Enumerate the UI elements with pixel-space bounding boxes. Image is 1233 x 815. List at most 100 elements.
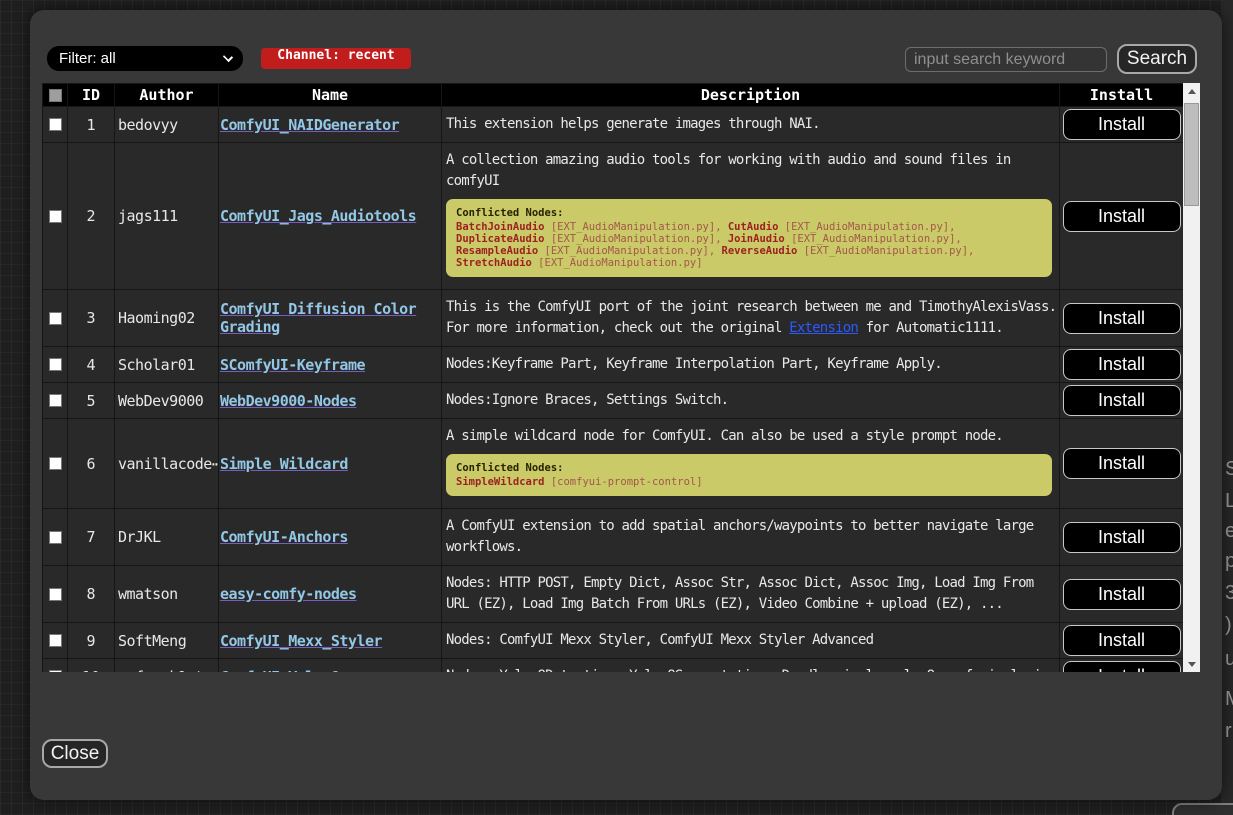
background-menu-fragment: M [1225,688,1233,711]
channel-badge[interactable]: Channel: recent [261,48,411,69]
install-button[interactable]: Install [1063,661,1181,672]
row-checkbox[interactable] [49,118,62,131]
extension-name-link[interactable]: ComfyUI Yolov8 [220,668,339,673]
row-author: Haoming02 [115,290,219,347]
row-checkbox[interactable] [49,457,62,470]
table-row: 1 bedovyy ComfyUI_NAIDGenerator This ext… [43,107,1184,143]
header-description: Description [442,84,1060,107]
extension-name-link[interactable]: SComfyUI-Keyframe [220,356,365,374]
scrollbar-up-arrow-icon[interactable] [1183,83,1200,99]
install-button[interactable]: Install [1063,448,1181,479]
conflict-node-name: JoinAudio [728,233,785,245]
background-menu-strip: SLep3)uMr [1222,0,1233,815]
row-checkbox[interactable] [49,358,62,371]
extension-name-link[interactable]: ComfyUI_Jags_Audiotools [220,207,416,225]
row-checkbox[interactable] [49,588,62,601]
conflict-node-name: BatchJoinAudio [456,221,545,233]
background-menu-fragment: ) [1225,614,1232,637]
table-scrollbar[interactable] [1183,83,1200,672]
header-id: ID [68,84,115,107]
custom-nodes-table: ID Author Name Description Install 1 bed… [42,83,1183,672]
extension-name-link[interactable]: WebDev9000-Nodes [220,392,357,410]
conflict-node-source: [EXT_AudioManipulation.py] [532,257,703,269]
custom-nodes-manager-dialog: Filter: all Channel: recent Search ID Au… [30,10,1222,800]
row-description: This is the ComfyUI port of the joint re… [442,290,1060,347]
row-checkbox[interactable] [49,670,62,672]
row-id: 6 [68,419,115,509]
table-header-row: ID Author Name Description Install [43,84,1184,107]
background-menu-fragment: 3 [1225,582,1233,605]
filter-dropdown-wrap: Filter: all [47,46,243,71]
extension-name-link[interactable]: ComfyUI Diffusion Color Grading [220,300,416,336]
row-description: A collection amazing audio tools for wor… [442,143,1060,290]
extension-name-link[interactable]: ComfyUI-Anchors [220,528,348,546]
background-menu-fragment: L [1225,490,1233,513]
description-extension-link[interactable]: Extension [789,320,858,336]
row-checkbox[interactable] [49,312,62,325]
install-button[interactable]: Install [1063,579,1181,610]
scrollbar-thumb[interactable] [1184,103,1199,206]
background-menu-fragment: u [1225,648,1233,671]
row-author: jags111 [115,143,219,290]
header-author: Author [115,84,219,107]
description-text: for Automatic1111. [858,320,1003,336]
table-row: 4 Scholar01 SComfyUI-Keyframe Nodes:Keyf… [43,347,1184,383]
install-button[interactable]: Install [1063,385,1181,416]
row-id: 8 [68,566,115,623]
extension-name-link[interactable]: Simple Wildcard [220,455,348,473]
install-button[interactable]: Install [1063,109,1181,140]
row-checkbox[interactable] [49,210,62,223]
row-id: 4 [68,347,115,383]
row-id: 3 [68,290,115,347]
header-install: Install [1060,84,1184,107]
select-all-checkbox[interactable] [49,89,62,102]
row-id: 1 [68,107,115,143]
row-description: Nodes: ComfyUI Mexx Styler, ComfyUI Mexx… [442,623,1060,659]
conflict-node-name: DuplicateAudio [456,233,545,245]
row-checkbox[interactable] [49,394,62,407]
install-button[interactable]: Install [1063,625,1181,656]
header-name: Name [219,84,442,107]
conflict-node-name: ReverseAudio [722,245,798,257]
description-text: A simple wildcard node for ComfyUI. Can … [446,428,1003,444]
scrollbar-down-arrow-icon[interactable] [1183,656,1200,672]
close-button[interactable]: Close [42,739,108,768]
install-button[interactable]: Install [1063,349,1181,380]
table-row: 8 wmatson easy-comfy-nodes Nodes: HTTP P… [43,566,1184,623]
conflict-list: BatchJoinAudio [EXT_AudioManipulation.py… [456,221,1042,269]
table-row: 6 vanillacode⋯ Simple Wildcard A simple … [43,419,1184,509]
extension-name-link[interactable]: ComfyUI_Mexx_Styler [220,632,382,650]
extension-name-link[interactable]: easy-comfy-nodes [220,585,357,603]
install-button[interactable]: Install [1063,201,1181,232]
conflict-node-name: ResampleAudio [456,245,538,257]
install-button[interactable]: Install [1063,303,1181,334]
row-description: This extension helps generate images thr… [442,107,1060,143]
row-description: Nodes: HTTP POST, Empty Dict, Assoc Str,… [442,566,1060,623]
install-button[interactable]: Install [1063,522,1181,553]
conflict-node-name: CutAudio [728,221,779,233]
conflict-node-name: StretchAudio [456,257,532,269]
table-row: 2 jags111 ComfyUI_Jags_Audiotools A coll… [43,143,1184,290]
row-checkbox[interactable] [49,531,62,544]
extension-name-link[interactable]: ComfyUI_NAIDGenerator [220,116,399,134]
conflict-node-source: [EXT_AudioManipulation.py], [545,233,728,245]
conflicted-nodes-box: Conflicted Nodes: BatchJoinAudio [EXT_Au… [446,199,1052,277]
conflict-node-source: [EXT_AudioManipulation.py], [545,221,728,233]
custom-nodes-table-area: ID Author Name Description Install 1 bed… [42,83,1200,672]
search-input[interactable] [905,47,1107,72]
filter-dropdown[interactable]: Filter: all [47,46,243,71]
row-id: 2 [68,143,115,290]
conflict-title: Conflicted Nodes: [456,207,1042,219]
background-menu-fragment: S [1225,458,1233,481]
background-button-fragment [1172,803,1233,815]
table-row: 10 zcfrank1st ComfyUI Yolov8 Nodes: Yolo… [43,659,1184,673]
row-checkbox[interactable] [49,634,62,647]
row-author: wmatson [115,566,219,623]
row-id: 9 [68,623,115,659]
row-author: Scholar01 [115,347,219,383]
row-description: Nodes: Yolov8Detection, Yolov8Segmentati… [442,659,1060,673]
search-button[interactable]: Search [1117,44,1197,74]
table-row: 9 SoftMeng ComfyUI_Mexx_Styler Nodes: Co… [43,623,1184,659]
row-author: bedovyy [115,107,219,143]
row-description: A ComfyUI extension to add spatial ancho… [442,509,1060,566]
